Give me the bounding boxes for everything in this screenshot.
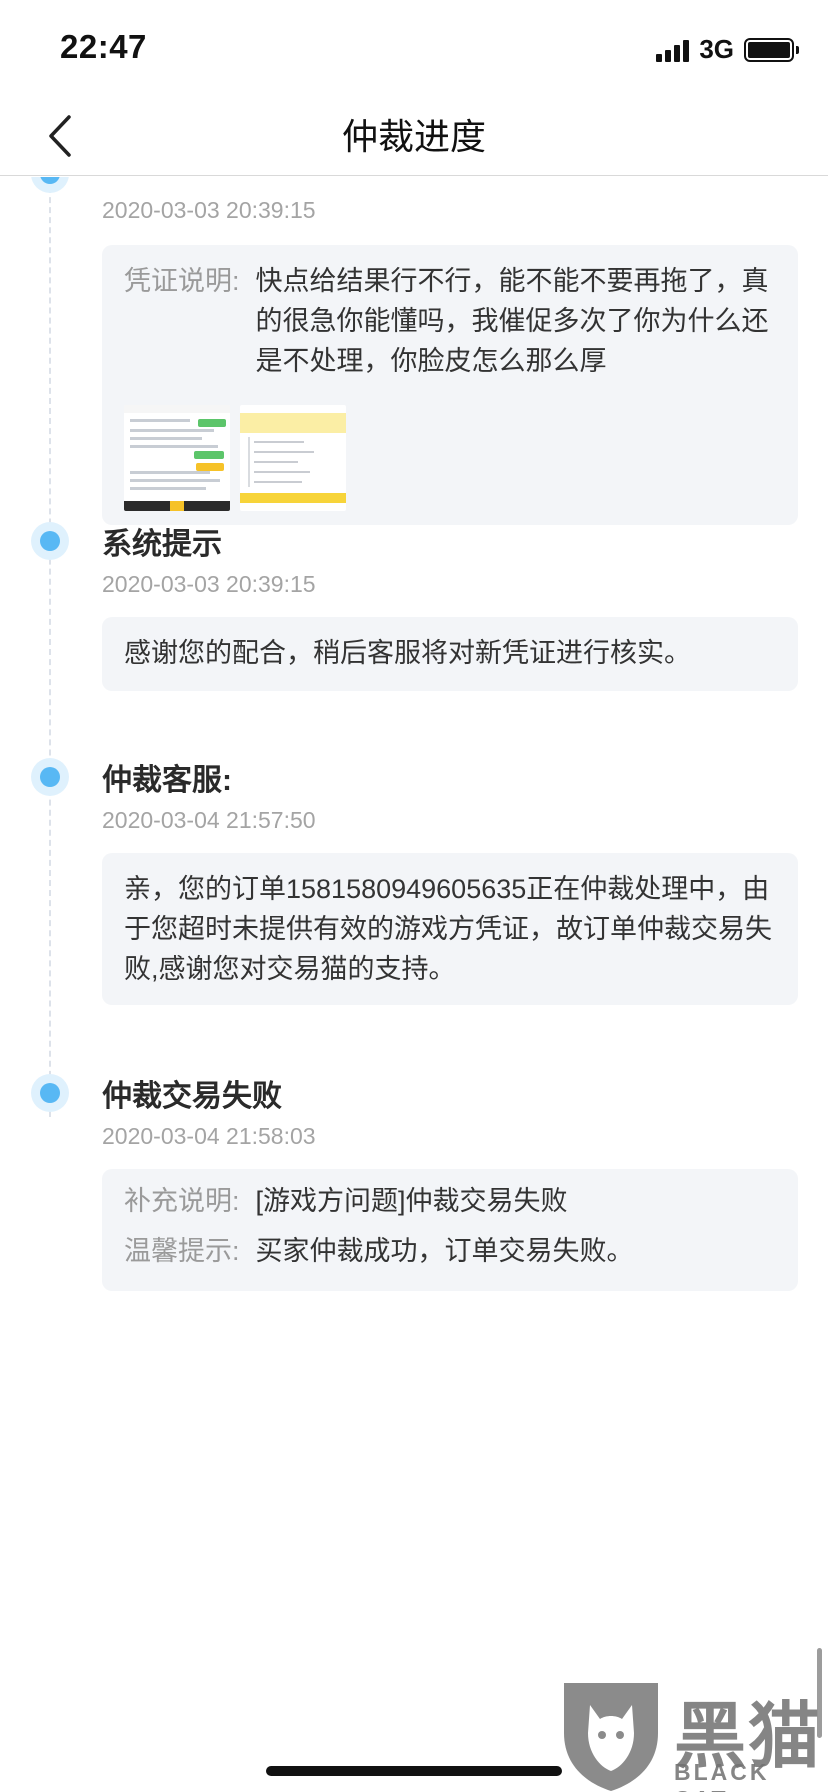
message-text: 感谢您的配合，稍后客服将对新凭证进行核实。 (124, 638, 691, 668)
attachment-thumbnail[interactable] (240, 405, 346, 511)
status-bar: 22:47 3G (0, 0, 828, 100)
page-title: 仲裁进度 (341, 116, 486, 157)
timeline-dot (31, 177, 69, 193)
field-label: 温馨提示: (124, 1236, 240, 1266)
attachment-list (124, 405, 774, 511)
supplement-row: 补充说明: [游戏方问题]仲裁交易失败 (124, 1181, 776, 1221)
status-time: 22:47 (60, 28, 147, 65)
entry-title: 系统提示 (102, 528, 222, 561)
attachment-thumbnail[interactable] (124, 405, 230, 511)
status-indicators: 3G (656, 34, 799, 65)
entry-time: 2020-03-04 21:57:50 (102, 807, 316, 833)
field-value: [游戏方问题]仲裁交易失败 (255, 1186, 568, 1216)
field-label: 凭证说明: (124, 266, 240, 296)
result-card: 补充说明: [游戏方问题]仲裁交易失败 温馨提示: 买家仲裁成功，订单交易失败。 (102, 1169, 798, 1291)
evidence-description-row: 凭证说明: 快点给结果行不行，能不能不要再拖了，真的很急你能懂吗，我催促多次了你… (124, 261, 774, 381)
home-indicator[interactable] (266, 1766, 562, 1776)
entry-title: 仲裁客服: (102, 764, 232, 797)
entry-time: 2020-03-04 21:58:03 (102, 1123, 316, 1149)
watermark-logo: 黑猫 BLACK CAT (556, 1675, 828, 1792)
battery-icon (744, 37, 799, 62)
timeline-line (49, 177, 51, 1117)
message-card: 亲，您的订单1581580949605635正在仲裁处理中，由于您超时未提供有效… (102, 853, 798, 1005)
cat-shield-icon (564, 1683, 658, 1791)
message-card: 感谢您的配合，稍后客服将对新凭证进行核实。 (102, 617, 798, 691)
nav-bar: 仲裁进度 (0, 100, 828, 176)
arbitration-timeline[interactable]: 2020-03-03 20:39:15 凭证说明: 快点给结果行不行，能不能不要… (0, 177, 828, 1792)
watermark-subtext: BLACK CAT (674, 1759, 770, 1792)
network-type: 3G (699, 34, 734, 64)
cellular-signal-icon (656, 38, 690, 62)
timeline-dot (31, 1074, 69, 1112)
tip-row: 温馨提示: 买家仲裁成功，订单交易失败。 (124, 1231, 776, 1271)
entry-time: 2020-03-03 20:39:15 (102, 571, 316, 597)
timeline-dot (31, 522, 69, 560)
field-label: 补充说明: (124, 1186, 240, 1216)
field-value: 买家仲裁成功，订单交易失败。 (255, 1236, 634, 1266)
entry-title: 仲裁交易失败 (102, 1080, 282, 1113)
field-value: 快点给结果行不行，能不能不要再拖了，真的很急你能懂吗，我催促多次了你为什么还是不… (255, 266, 769, 376)
message-text: 亲，您的订单1581580949605635正在仲裁处理中，由于您超时未提供有效… (124, 874, 772, 984)
entry-time: 2020-03-03 20:39:15 (102, 197, 316, 223)
evidence-card: 凭证说明: 快点给结果行不行，能不能不要再拖了，真的很急你能懂吗，我催促多次了你… (102, 245, 798, 525)
timeline-dot (31, 758, 69, 796)
